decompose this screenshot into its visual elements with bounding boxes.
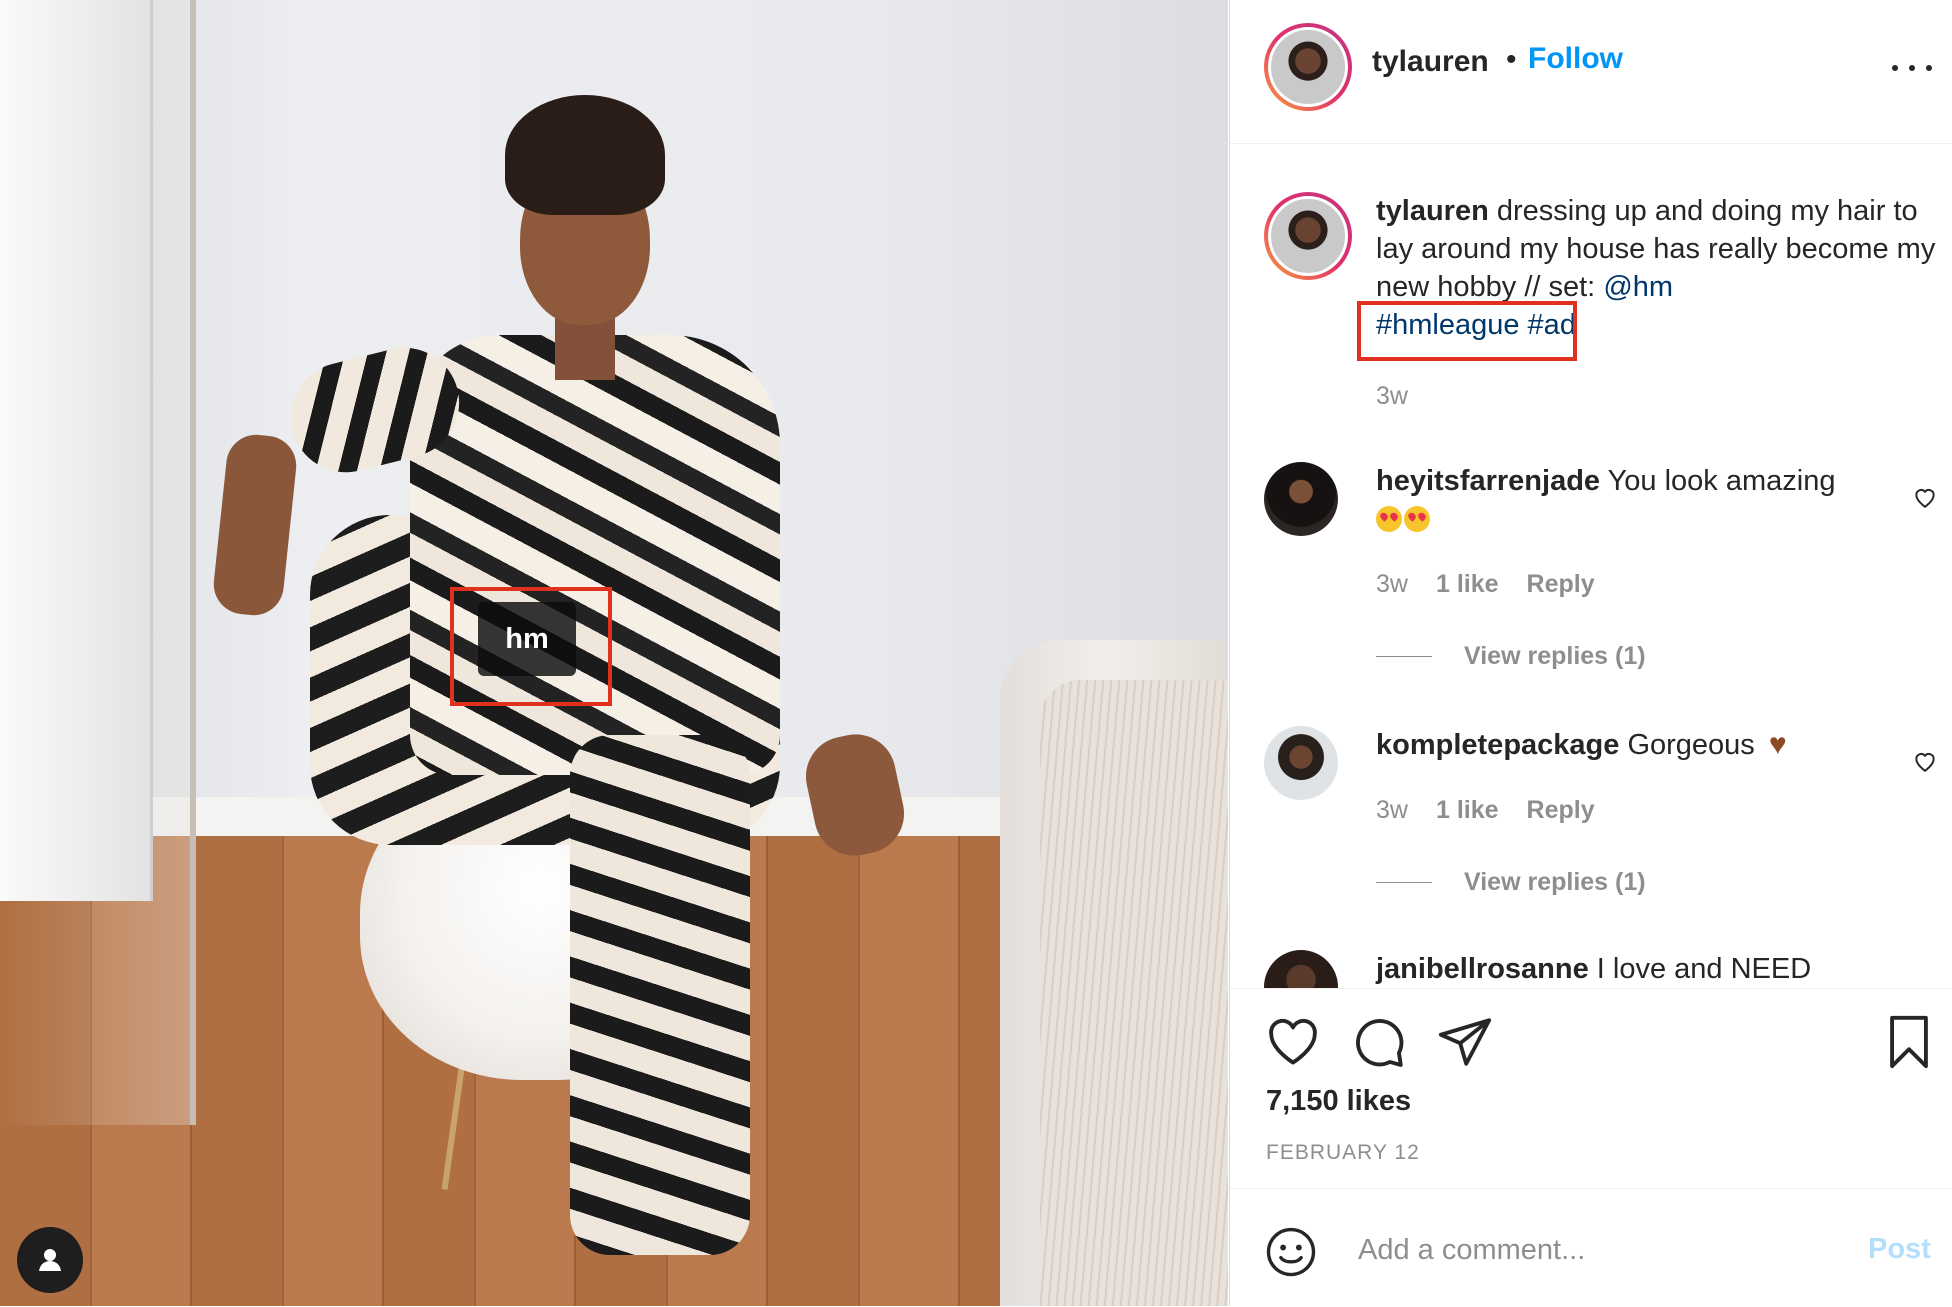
comment-likes[interactable]: 1 like	[1436, 570, 1499, 599]
caption-avatar[interactable]	[1264, 192, 1352, 280]
bookmark-icon[interactable]	[1880, 1013, 1938, 1071]
comment-item: janibellrosanne I love and NEED	[1376, 950, 1896, 988]
comment-meta: 3w 1 like Reply	[1376, 796, 1595, 825]
likes-count[interactable]: 7,150 likes	[1266, 1085, 1411, 1118]
comment-username[interactable]: kompletepackage	[1376, 729, 1619, 761]
reply-button[interactable]: Reply	[1527, 796, 1595, 825]
replies-divider	[1376, 656, 1432, 657]
comment-item: kompletepackage Gorgeous ♥	[1376, 726, 1896, 764]
comment-like-heart-icon[interactable]	[1912, 748, 1938, 774]
user-tags-icon	[39, 1249, 61, 1271]
comment-text: Gorgeous	[1619, 729, 1763, 761]
heart-icon[interactable]	[1264, 1013, 1322, 1071]
post-photo[interactable]: hm	[0, 0, 1228, 1306]
commenter-avatar[interactable]	[1264, 950, 1338, 988]
author-avatar[interactable]	[1264, 23, 1352, 111]
brown-heart-emoji: ♥	[1768, 728, 1787, 761]
view-replies-button[interactable]: View replies (1)	[1376, 642, 1646, 671]
add-comment-bar: Post	[1230, 1188, 1952, 1307]
heart-eyes-emoji	[1376, 506, 1402, 532]
comment-likes[interactable]: 1 like	[1436, 796, 1499, 825]
comment-like-heart-icon[interactable]	[1912, 484, 1938, 510]
comment-meta: 3w 1 like Reply	[1376, 570, 1595, 599]
header-separator: •	[1506, 43, 1517, 76]
comment-icon[interactable]	[1350, 1013, 1408, 1071]
commenter-avatar[interactable]	[1264, 726, 1338, 800]
tag-highlight-box	[450, 587, 612, 706]
post-header: tylauren • Follow	[1230, 0, 1952, 144]
share-icon[interactable]	[1436, 1013, 1494, 1071]
view-replies-label: View replies (1)	[1464, 642, 1646, 670]
post-actions: 7,150 likes FEBRUARY 12	[1230, 988, 1952, 1189]
more-options-button[interactable]	[1892, 48, 1932, 88]
comment-text: You look amazing	[1600, 465, 1836, 497]
comment-username[interactable]: heyitsfarrenjade	[1376, 465, 1600, 497]
comment-time: 3w	[1376, 570, 1408, 598]
heart-eyes-emoji	[1404, 506, 1430, 532]
hashtag-highlight-box	[1357, 301, 1577, 361]
comment-text: I love and NEED	[1588, 953, 1812, 985]
comment-time: 3w	[1376, 796, 1408, 824]
more-icon	[1892, 65, 1898, 71]
author-username[interactable]: tylauren	[1372, 45, 1489, 79]
post-side-panel: tylauren • Follow tylauren dressing up a…	[1229, 0, 1952, 1306]
post-comment-button[interactable]: Post	[1868, 1233, 1931, 1266]
view-replies-label: View replies (1)	[1464, 868, 1646, 896]
caption-mention[interactable]: @hm	[1603, 271, 1673, 303]
comment-input[interactable]	[1356, 1219, 1820, 1281]
photo-throw-blanket	[1040, 680, 1228, 1306]
comments-list[interactable]: tylauren dressing up and doing my hair t…	[1230, 144, 1952, 988]
view-replies-button[interactable]: View replies (1)	[1376, 868, 1646, 897]
photo-pillar	[0, 0, 153, 902]
caption-timestamp: 3w	[1376, 382, 1408, 410]
emoji-icon[interactable]	[1264, 1225, 1318, 1279]
follow-button[interactable]: Follow	[1528, 42, 1623, 76]
user-tags-button[interactable]	[17, 1227, 83, 1293]
caption-username[interactable]: tylauren	[1376, 195, 1489, 227]
reply-button[interactable]: Reply	[1527, 570, 1595, 599]
post-date: FEBRUARY 12	[1266, 1141, 1420, 1164]
comment-username[interactable]: janibellrosanne	[1376, 953, 1589, 985]
replies-divider	[1376, 882, 1432, 883]
commenter-avatar[interactable]	[1264, 462, 1338, 536]
comment-item: heyitsfarrenjade You look amazing	[1376, 462, 1896, 538]
